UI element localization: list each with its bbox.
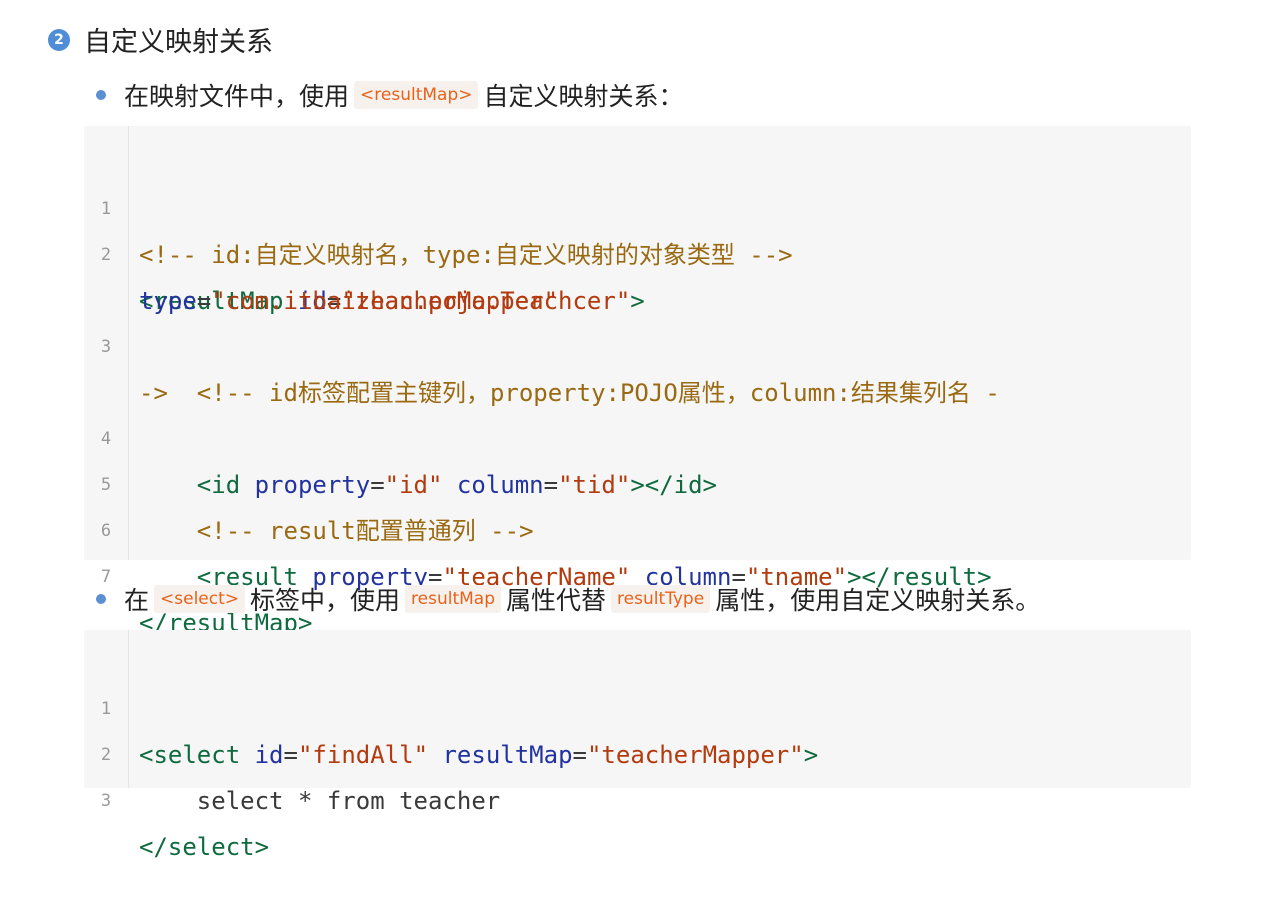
section-heading: 2 自定义映射关系	[48, 20, 273, 59]
code-line: 7 </resultMap>	[84, 508, 1191, 637]
code-line: 2 <resultMap id="teacherMapper"	[84, 186, 1191, 315]
bullet-item-2: 在 <select> 标签中，使用 resultMap 属性代替 resultT…	[96, 581, 1040, 617]
code-text: </select>	[139, 833, 270, 861]
code-line: 5 <!-- result配置普通列 -->	[84, 416, 1191, 545]
code-line: 6 <result property="teacherName" column=…	[84, 462, 1191, 591]
section-number-badge: 2	[48, 28, 70, 51]
bullet-2-text-middle-2: 属性代替	[506, 586, 607, 615]
line-number: 3	[100, 791, 112, 811]
bullet-1-text-before: 在映射文件中，使用	[124, 82, 350, 111]
bullet-1-text-after: 自定义映射关系：	[483, 82, 684, 111]
code-line: 2 select * from teacher	[84, 686, 1191, 815]
code-line: 4 <id property="id" column="tid"></id>	[84, 370, 1191, 499]
code-line-wrapped: type="com.itbaizhan.pojo.Teachcer">	[84, 232, 1191, 315]
code-line: 1 <!-- id:自定义映射名，type:自定义映射的对象类型 -->	[84, 140, 1191, 269]
code-line-wrapped: ->	[84, 324, 1191, 407]
bullet-dot-icon	[96, 90, 106, 100]
code-line: 1 <select id="findAll" resultMap="teache…	[84, 640, 1191, 769]
code-text: select * from teacher	[139, 787, 501, 815]
code-block-select: 1 <select id="findAll" resultMap="teache…	[84, 630, 1191, 861]
code-block-resultmap: 1 <!-- id:自定义映射名，type:自定义映射的对象类型 --> 2 <…	[84, 126, 1191, 637]
inline-code-resultmap-attr: resultMap	[405, 585, 502, 613]
inline-code-resulttype-attr: resultType	[611, 585, 711, 613]
section-title: 自定义映射关系	[84, 27, 273, 58]
inline-code-resultmap-tag: <resultMap>	[354, 81, 479, 109]
bullet-item-1: 在映射文件中，使用 <resultMap> 自定义映射关系：	[96, 77, 684, 113]
inline-code-select-tag: <select>	[154, 585, 246, 613]
code-line: 3 <!-- id标签配置主键列，property:POJO属性，column:…	[84, 278, 1191, 407]
bullet-2-text-after: 属性，使用自定义映射关系。	[715, 586, 1041, 615]
bullet-dot-icon	[96, 594, 106, 604]
bullet-2-text-before: 在	[124, 586, 150, 615]
bullet-2-text-middle-1: 标签中，使用	[250, 586, 401, 615]
code-line: 3 </select>	[84, 732, 1191, 861]
